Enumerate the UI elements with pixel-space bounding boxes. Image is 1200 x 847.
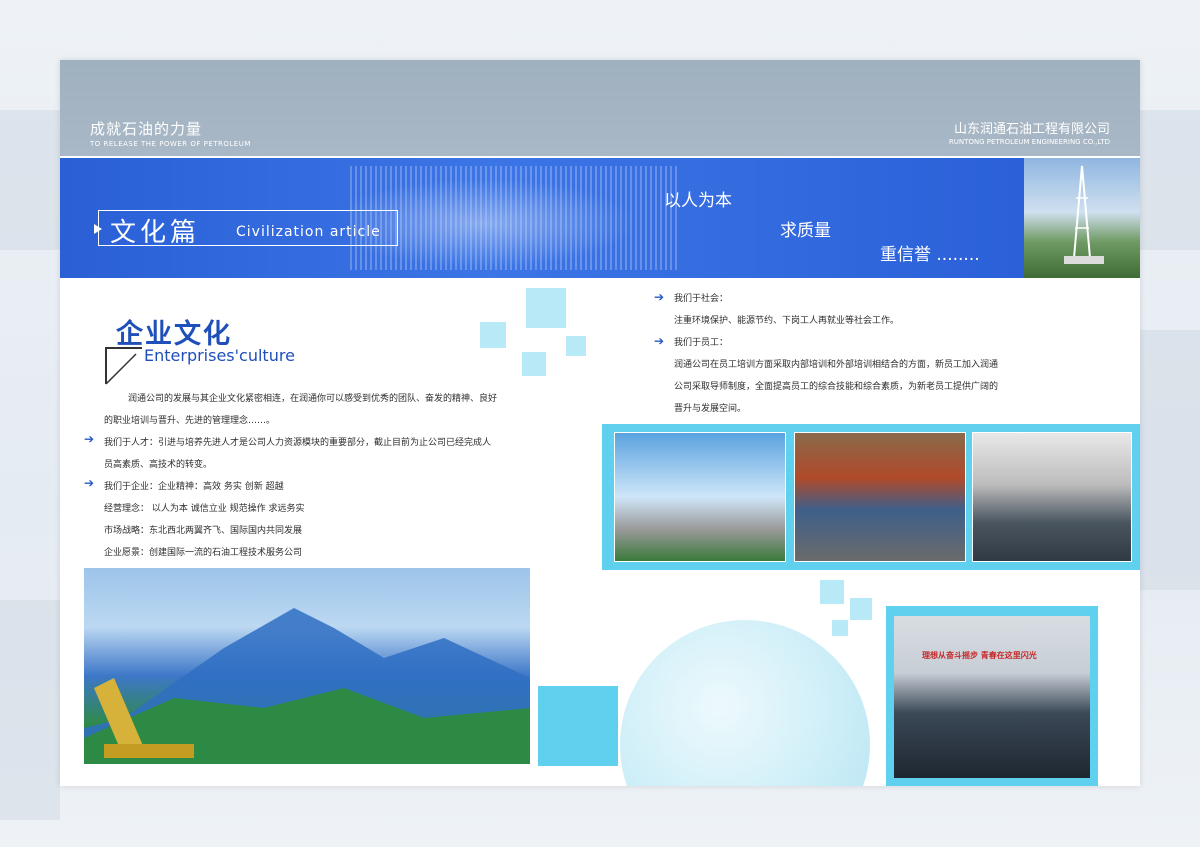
staff-text-line-1: 润通公司在员工培训方面采取内部培训和外部培训相结合的方面，新员工加入润通	[674, 360, 999, 370]
slogan-en: TO RELEASE THE POWER OF PETROLEUM	[90, 140, 251, 148]
deco-square	[526, 288, 566, 328]
banner-title-cn: 文化篇	[110, 218, 201, 248]
talent-text-line-2: 员高素质、高技术的转变。	[104, 460, 213, 470]
technician-photo	[972, 432, 1132, 562]
banner-title-en: Civilization article	[236, 224, 381, 240]
society-heading: 我们于社会：	[674, 294, 729, 304]
motto-line-3: 重信誉 ........	[880, 245, 980, 265]
staff-heading: 我们于员工：	[674, 338, 729, 348]
oil-derrick-photo	[1024, 158, 1140, 278]
vision-text: 企业愿景：创建国际一流的石油工程技术服务公司	[104, 548, 303, 558]
background-side-strip-right	[1140, 330, 1200, 590]
play-triangle-icon	[94, 224, 102, 234]
company-name-en: RUNTONG PETROLEUM ENGINEERING CO.,LTD	[948, 138, 1110, 146]
arrow-bullet-icon: ➔	[654, 334, 665, 348]
motto-line-1: 以人为本	[664, 191, 732, 211]
intro-text-line-2: 的职业培训与晋升、先进的管理理念……。	[104, 416, 276, 426]
deco-square	[522, 352, 546, 376]
company-name-cn: 山东润通石油工程有限公司	[953, 122, 1110, 137]
arrow-bullet-icon: ➔	[84, 432, 95, 446]
talent-text-line-1: 我们于人才：引进与培养先进人才是公司人力资源模块的重要部分，截止目前为止公司已经…	[104, 438, 492, 448]
brochure-page: 成就石油的力量 TO RELEASE THE POWER OF PETROLEU…	[60, 60, 1140, 786]
staff-text-line-2: 公司采取导师制度，全面提高员工的综合技能和综合素质，为新老员工提供广阔的	[674, 382, 999, 392]
philosophy-text: 经营理念： 以人为本 诚信立业 规范操作 求远务实	[104, 504, 305, 514]
slogan-cn: 成就石油的力量	[90, 120, 203, 138]
motto-line-2: 求质量	[780, 221, 831, 241]
globe-graphic	[620, 620, 870, 786]
deco-square	[850, 598, 872, 620]
mountain-graphic	[84, 608, 530, 764]
deco-square	[832, 620, 848, 636]
mountain-photo	[84, 568, 530, 764]
deco-square	[566, 336, 586, 356]
meeting-photo	[894, 616, 1090, 778]
deco-square	[480, 322, 506, 348]
strategy-text: 市场战略：东北西北两翼齐飞、国际国内共同发展	[104, 526, 303, 536]
drilling-rigs-photo	[614, 432, 786, 562]
enterprise-text: 我们于企业：企业精神：高效 务实 创新 超越	[104, 482, 284, 492]
intro-text-line-1: 润通公司的发展与其企业文化紧密相连，在润通你可以感受到优秀的团队、奋发的精神、良…	[128, 394, 498, 404]
world-map-graphic	[350, 166, 680, 270]
section-title-en: Enterprises'culture	[144, 346, 295, 365]
derrick-icon	[1064, 165, 1104, 264]
society-text: 注重环境保护、能源节约、下岗工人再就业等社会工作。	[674, 316, 900, 326]
section-banner: 文化篇 Civilization article 以人为本 求质量 重信誉 ..…	[60, 158, 1024, 278]
corner-arrow-icon	[105, 347, 142, 385]
deco-square-large	[538, 686, 618, 766]
meeting-banner-text: 理想从奋斗摇步 青春在这里闪光	[922, 651, 1037, 660]
rig-workers-photo	[794, 432, 966, 562]
arrow-bullet-icon: ➔	[84, 476, 95, 490]
deco-square	[820, 580, 844, 604]
arrow-bullet-icon: ➔	[654, 290, 665, 304]
staff-text-line-3: 晋升与发展空间。	[674, 404, 747, 414]
background-side-strip-left	[0, 600, 60, 820]
